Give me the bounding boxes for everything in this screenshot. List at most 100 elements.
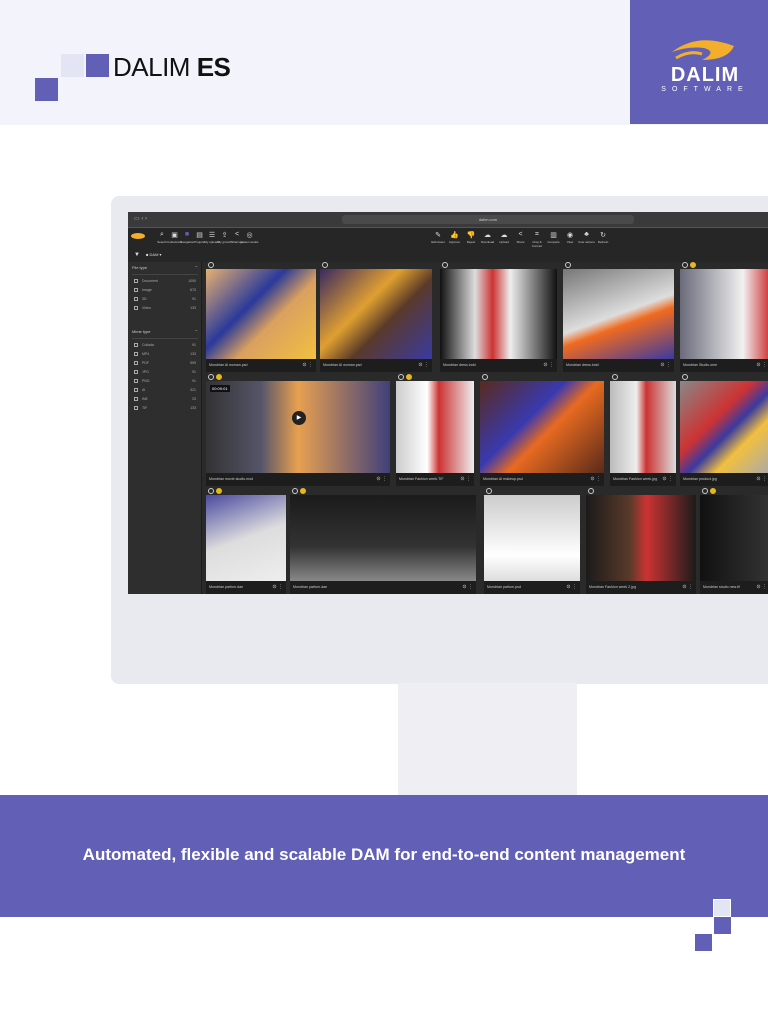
checkbox[interactable] (134, 370, 138, 375)
asset-thumbnail[interactable] (206, 269, 316, 359)
asset-tile[interactable]: Mondrian parfum.dae ⊙ ⋮ (206, 495, 286, 594)
filter-checkbox[interactable]: Collada 91 (134, 343, 196, 348)
more-icon[interactable]: ⊙ ⋮ (566, 581, 577, 594)
asset-name: Mondrian parfum.dae (209, 585, 244, 589)
asset-name: Mondrian Fashion week.jpg (613, 477, 657, 481)
status-badge-icon (216, 374, 222, 380)
asset-thumbnail[interactable] (290, 495, 476, 581)
more-icon[interactable]: ⊙ ⋮ (590, 473, 601, 486)
filter-checkbox[interactable]: Video 133 (134, 306, 196, 311)
filter-checkbox[interactable]: TIF 133 (134, 406, 196, 411)
asset-tile[interactable]: Mondrian parfum.dae ⊙ ⋮ (290, 495, 476, 594)
more-icon[interactable]: ⊙ ⋮ (376, 473, 387, 486)
asset-thumbnail[interactable] (440, 269, 557, 359)
section-title: File type (132, 265, 148, 270)
asset-tile[interactable]: Mondrian parfum.psd ⊙ ⋮ (484, 495, 580, 594)
checkbox[interactable] (134, 306, 138, 311)
filter-checkbox[interactable]: PNG 91 (134, 379, 196, 384)
asset-caption: Mondrian parfum.psd ⊙ ⋮ (484, 581, 580, 594)
filter-checkbox[interactable]: PDF 599 (134, 361, 196, 366)
filter-icon[interactable]: ▼ (134, 252, 140, 258)
checkbox[interactable] (134, 297, 138, 302)
nav-item[interactable]: ◎ Latest results (240, 231, 260, 244)
filter-checkbox[interactable]: Image 673 (134, 288, 196, 293)
asset-thumbnail[interactable] (700, 495, 768, 581)
filter-checkbox[interactable]: MP4 133 (134, 352, 196, 357)
asset-tile[interactable]: Mondrian AI makeup.psd ⊙ ⋮ (480, 381, 604, 486)
filter-checkbox[interactable]: JPG 91 (134, 370, 196, 375)
asset-tile[interactable]: Mondrian Fashion week.jpg ⊙ ⋮ (610, 381, 676, 486)
checkbox[interactable] (134, 361, 138, 366)
filter-checkbox[interactable]: AI 321 (134, 388, 196, 393)
toolbar-icon: ↻ (600, 232, 606, 239)
more-icon[interactable]: ⊙ ⋮ (660, 359, 671, 372)
filter-section-header[interactable]: File type ⌃ (132, 265, 198, 275)
asset-thumbnail[interactable] (680, 381, 768, 473)
filter-label: Collada (142, 343, 154, 347)
asset-thumbnail[interactable] (563, 269, 674, 359)
asset-tile[interactable]: Mondrian dress.indd ⊙ ⋮ (440, 269, 557, 372)
asset-thumbnail[interactable] (586, 495, 696, 581)
toolbar-button[interactable]: ↻ Refresh (593, 231, 613, 244)
asset-tile[interactable]: 00:09:01 ▶ Mondrian movie studio.mod ⊙ ⋮ (206, 381, 390, 486)
folder-select[interactable]: ■ DAM ▾ (146, 252, 162, 257)
more-icon[interactable]: ⊙ ⋮ (662, 473, 673, 486)
checkbox[interactable] (134, 279, 138, 284)
asset-tile[interactable]: Mondrian Studio.ome ⊙ ⋮ (680, 269, 768, 372)
more-icon[interactable]: ⊙ ⋮ (462, 581, 473, 594)
filter-checkbox[interactable]: Document 1090 (134, 279, 196, 284)
more-icon[interactable]: ⊙ ⋮ (756, 473, 767, 486)
asset-thumbnail[interactable] (484, 495, 580, 581)
asset-thumbnail[interactable] (610, 381, 676, 473)
more-icon[interactable]: ⊙ ⋮ (302, 359, 313, 372)
toolbar-label: Crop & Convert (531, 240, 543, 248)
nav-label: Latest results (240, 240, 259, 244)
url-bar[interactable]: dalim.com (342, 215, 634, 224)
asset-thumbnail[interactable] (320, 269, 432, 359)
asset-thumbnail[interactable] (206, 381, 390, 473)
more-icon[interactable]: ⊙ ⋮ (272, 581, 283, 594)
filter-section-header[interactable]: Mime type ⌃ (132, 329, 198, 339)
more-icon[interactable]: ⊙ ⋮ (682, 581, 693, 594)
filter-checkbox[interactable]: INE 23 (134, 397, 196, 402)
checkbox[interactable] (134, 288, 138, 293)
checkbox[interactable] (134, 388, 138, 393)
asset-name: Mondrian AI woman.psd (323, 363, 362, 367)
asset-tile[interactable]: Mondrian Fashion week 2.jpg ⊙ ⋮ (586, 495, 696, 594)
browser-nav-icon[interactable]: ▭ ‹ › (134, 215, 147, 222)
filter-checkbox[interactable]: 3D 91 (134, 297, 196, 302)
lock-icon (442, 262, 448, 268)
checkbox[interactable] (134, 406, 138, 411)
asset-thumbnail[interactable] (206, 495, 286, 581)
more-icon[interactable]: ⊙ ⋮ (756, 359, 767, 372)
asset-tile[interactable]: Mondrian Fashion week.TIF ⊙ ⋮ (396, 381, 474, 486)
tagline: Automated, flexible and scalable DAM for… (82, 845, 686, 864)
checkbox[interactable] (134, 379, 138, 384)
play-icon[interactable]: ▶ (292, 411, 306, 425)
asset-name: Mondrian parfum.dae (293, 585, 328, 589)
lock-icon (588, 488, 594, 494)
checkbox[interactable] (134, 397, 138, 402)
asset-thumbnail[interactable] (680, 269, 768, 359)
status-badge-icon (300, 488, 306, 494)
asset-name: Mondrian parfum.psd (487, 585, 521, 589)
more-icon[interactable]: ⊙ ⋮ (418, 359, 429, 372)
asset-tile[interactable]: Mondrian AI woman.psd ⊙ ⋮ (206, 269, 316, 372)
monitor-stand (398, 683, 577, 796)
product-name: DALIM ES (113, 52, 231, 82)
asset-tile[interactable]: Mondrian dress.indd ⊙ ⋮ (563, 269, 674, 372)
lock-icon (486, 488, 492, 494)
asset-tile[interactable]: Mondrian AI woman.psd ⊙ ⋮ (320, 269, 432, 372)
asset-tile[interactable]: Mondrian product.jpg ⊙ ⋮ (680, 381, 768, 486)
asset-tile[interactable]: Mondrian studio new.tif ⊙ ⋮ (700, 495, 768, 594)
checkbox[interactable] (134, 352, 138, 357)
more-icon[interactable]: ⊙ ⋮ (756, 581, 767, 594)
asset-thumbnail[interactable] (396, 381, 474, 473)
more-icon[interactable]: ⊙ ⋮ (460, 473, 471, 486)
asset-caption: Mondrian Studio.ome ⊙ ⋮ (680, 359, 768, 372)
lock-icon (565, 262, 571, 268)
asset-thumbnail[interactable] (480, 381, 604, 473)
lock-icon (682, 374, 688, 380)
checkbox[interactable] (134, 343, 138, 348)
more-icon[interactable]: ⊙ ⋮ (543, 359, 554, 372)
